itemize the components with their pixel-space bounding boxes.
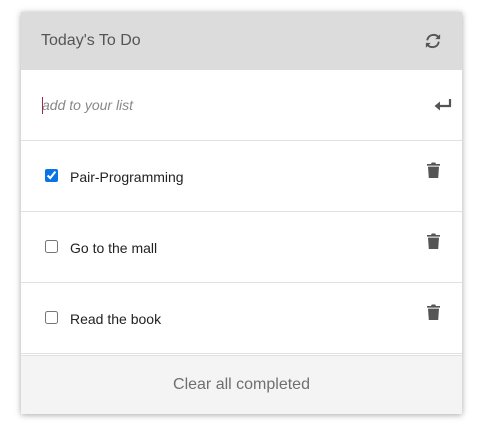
trash-icon[interactable] xyxy=(427,233,440,249)
todo-card: Today's To Do Pair-Programming Go to the … xyxy=(21,12,462,414)
todo-checkbox[interactable] xyxy=(45,240,58,253)
list-item: Go to the mall xyxy=(21,212,462,283)
page-title: Today's To Do xyxy=(41,32,141,49)
list-item: Read the book xyxy=(21,283,462,354)
todo-checkbox[interactable] xyxy=(45,169,58,182)
todo-header: Today's To Do xyxy=(21,12,462,70)
add-item-input[interactable] xyxy=(42,97,402,113)
trash-icon[interactable] xyxy=(427,162,440,178)
list-item: Pair-Programming xyxy=(21,141,462,212)
todo-checkbox[interactable] xyxy=(45,311,58,324)
todo-label: Read the book xyxy=(70,311,162,327)
todo-list: Pair-Programming Go to the mall Read the b… xyxy=(21,141,462,354)
todo-label: Go to the mall xyxy=(70,240,158,256)
text-cursor xyxy=(42,97,43,114)
trash-icon[interactable] xyxy=(427,304,440,320)
clear-completed-button[interactable]: Clear all completed xyxy=(173,376,310,394)
footer: Clear all completed xyxy=(21,355,462,414)
refresh-icon[interactable] xyxy=(424,32,442,50)
add-item-row xyxy=(21,70,462,141)
enter-return-icon[interactable] xyxy=(434,98,452,112)
todo-label: Pair-Programming xyxy=(70,169,184,185)
